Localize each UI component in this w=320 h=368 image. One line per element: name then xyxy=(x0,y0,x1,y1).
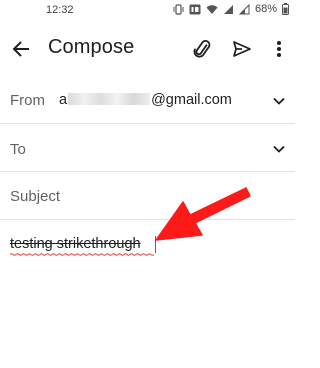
from-address-lead: a xyxy=(59,92,68,108)
battery-icon xyxy=(282,3,289,15)
chevron-down-icon xyxy=(273,145,285,153)
send-icon xyxy=(233,41,251,57)
compose-toolbar: Compose xyxy=(0,28,295,68)
wifi-icon xyxy=(206,4,218,15)
status-icons: 68% xyxy=(173,3,289,15)
to-row[interactable]: To xyxy=(0,124,295,172)
signal-icon xyxy=(223,4,234,15)
subject-field[interactable]: Subject xyxy=(10,188,60,205)
compose-screen: 12:32 68% Compose From a @gmail.com To S… xyxy=(0,0,295,368)
attach-button[interactable] xyxy=(192,38,214,60)
to-label: To xyxy=(10,141,26,158)
red-arrow-annotation xyxy=(155,187,251,241)
redacted-address xyxy=(68,93,151,105)
arrow-back-icon xyxy=(12,41,29,57)
compose-title: Compose xyxy=(48,36,135,58)
body-text[interactable]: testing strikethrough xyxy=(10,236,141,252)
send-button[interactable] xyxy=(231,38,253,60)
from-row[interactable]: From a @gmail.com xyxy=(0,76,295,124)
status-time: 12:32 xyxy=(46,4,74,16)
from-address[interactable]: a @gmail.com xyxy=(59,92,232,108)
volte-icon xyxy=(189,4,201,15)
more-vert-icon xyxy=(277,41,281,57)
from-expand-button[interactable] xyxy=(272,94,286,108)
status-bar: 12:32 68% xyxy=(0,0,295,22)
chevron-down-icon xyxy=(273,97,285,105)
back-button[interactable] xyxy=(10,38,32,60)
paperclip-icon xyxy=(193,40,211,58)
more-options-button[interactable] xyxy=(270,38,288,60)
from-label: From xyxy=(10,92,45,109)
signal-icon-2 xyxy=(238,3,250,15)
battery-percent: 68% xyxy=(254,3,277,15)
from-address-domain: @gmail.com xyxy=(151,92,232,108)
to-expand-button[interactable] xyxy=(272,142,286,156)
vibrate-icon xyxy=(173,3,184,15)
spellcheck-underline xyxy=(10,253,155,256)
